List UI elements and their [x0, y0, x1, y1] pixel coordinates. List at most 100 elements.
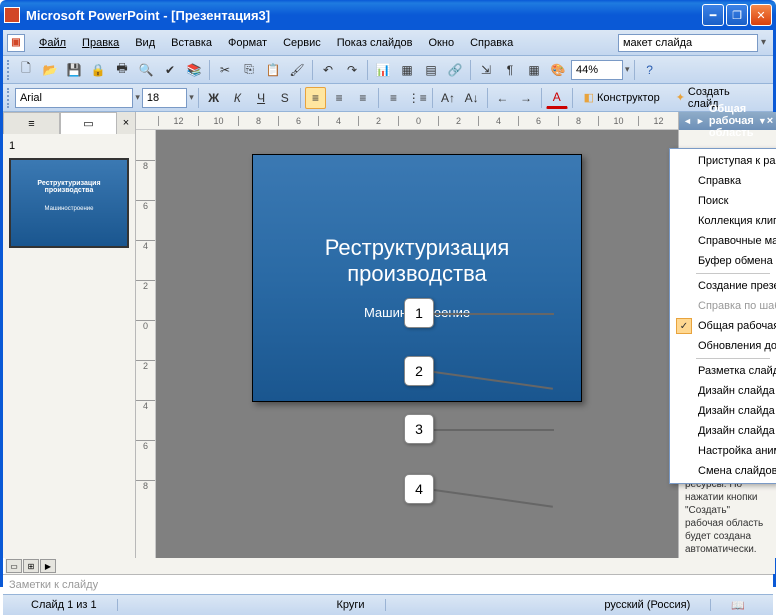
spelling-icon[interactable]: ✔: [159, 59, 181, 81]
menu-custom-animation[interactable]: Настройка анимации: [672, 441, 774, 461]
permission-icon[interactable]: 🔒: [87, 59, 109, 81]
back-icon[interactable]: ◄: [683, 116, 692, 126]
increase-font-icon[interactable]: A↑: [437, 87, 459, 109]
format-painter-icon[interactable]: 🖌: [286, 59, 308, 81]
redo-icon[interactable]: ↷: [341, 59, 363, 81]
slide-thumbnail[interactable]: Реструктуризация производства Машиностро…: [9, 158, 129, 248]
increase-indent-icon[interactable]: →: [515, 87, 537, 109]
shadow-icon[interactable]: S: [274, 87, 296, 109]
status-theme: Круги: [316, 599, 385, 611]
document-control-icon[interactable]: ▣: [7, 34, 25, 52]
font-color-icon[interactable]: A: [546, 87, 568, 109]
hyperlink-icon[interactable]: 🔗: [444, 59, 466, 81]
help-search-box[interactable]: [618, 34, 758, 52]
italic-icon[interactable]: К: [227, 87, 249, 109]
menu-edit[interactable]: Правка: [74, 35, 127, 51]
decrease-font-icon[interactable]: A↓: [461, 87, 483, 109]
research-icon[interactable]: 📚: [183, 59, 205, 81]
menu-clipart[interactable]: Коллекция клипов: [672, 211, 774, 231]
status-spellcheck-icon[interactable]: 📖: [711, 599, 765, 612]
menu-slide-design-color[interactable]: Дизайн слайда - Цветовые схемы: [672, 401, 774, 421]
menu-window[interactable]: Окно: [421, 35, 463, 51]
show-formatting-icon[interactable]: ¶: [499, 59, 521, 81]
cut-icon[interactable]: ✂: [214, 59, 236, 81]
align-left-icon[interactable]: ≡: [305, 87, 327, 109]
normal-view-icon[interactable]: ▭: [6, 559, 22, 573]
bullets-icon[interactable]: ⋮≡: [406, 87, 428, 109]
open-icon[interactable]: 📂: [39, 59, 61, 81]
minimize-button[interactable]: ━: [702, 4, 724, 26]
status-slide: Слайд 1 из 1: [11, 599, 118, 611]
font-box[interactable]: Arial: [15, 88, 133, 108]
menu-slide-design-anim[interactable]: Дизайн слайда - Эффекты анимации: [672, 421, 774, 441]
preview-icon[interactable]: 🔍: [135, 59, 157, 81]
tables-borders-icon[interactable]: ▤: [420, 59, 442, 81]
align-center-icon[interactable]: ≡: [328, 87, 350, 109]
thumb-title: Реструктуризация производства: [19, 180, 119, 194]
align-right-icon[interactable]: ≡: [352, 87, 374, 109]
menu-slideshow[interactable]: Показ слайдов: [329, 35, 421, 51]
menu-slide-transition[interactable]: Смена слайдов: [672, 461, 774, 481]
decrease-indent-icon[interactable]: ←: [491, 87, 513, 109]
table-icon[interactable]: ▦: [396, 59, 418, 81]
forward-icon[interactable]: ►: [696, 116, 705, 126]
slide-editor: 12108642024681012 864202468 Реструктуриз…: [136, 112, 678, 558]
bold-icon[interactable]: Ж: [203, 87, 225, 109]
callout-1: 1: [404, 298, 434, 328]
menu-file[interactable]: Файл: [31, 35, 74, 51]
font-size-box[interactable]: 18: [142, 88, 187, 108]
print-icon[interactable]: 🖶: [111, 59, 133, 81]
numbering-icon[interactable]: ≡: [383, 87, 405, 109]
menu-shared-workspace[interactable]: ✓Общая рабочая область: [672, 316, 774, 336]
grid-icon[interactable]: ▦: [523, 59, 545, 81]
callout-3: 3: [404, 414, 434, 444]
color-icon[interactable]: 🎨: [547, 59, 569, 81]
toolbar-grip[interactable]: [7, 88, 11, 108]
slide-title[interactable]: Реструктуризация производства: [253, 235, 581, 287]
window-title: Microsoft PowerPoint - [Презентация3]: [26, 8, 702, 23]
menu-insert[interactable]: Вставка: [163, 35, 220, 51]
slideshow-view-icon[interactable]: ▶: [40, 559, 56, 573]
menu-slide-design[interactable]: Дизайн слайда: [672, 381, 774, 401]
taskpane-close-icon[interactable]: ×: [767, 115, 773, 127]
menu-search[interactable]: Поиск: [672, 191, 774, 211]
design-button[interactable]: ◧Конструктор: [577, 87, 667, 109]
toolbar-grip[interactable]: [7, 60, 11, 80]
chart-icon[interactable]: 📊: [372, 59, 394, 81]
menu-slide-layout[interactable]: Разметка слайда: [672, 361, 774, 381]
paste-icon[interactable]: 📋: [262, 59, 284, 81]
view-buttons: ▭ ⊞ ▶: [5, 558, 775, 574]
sorter-view-icon[interactable]: ⊞: [23, 559, 39, 573]
expand-icon[interactable]: ⇲: [475, 59, 497, 81]
menu-reference[interactable]: Справочные материалы: [672, 231, 774, 251]
menu-help[interactable]: Справка: [462, 35, 521, 51]
outline-tab[interactable]: ≡: [3, 112, 60, 134]
help-icon[interactable]: ?: [639, 59, 661, 81]
underline-icon[interactable]: Ч: [250, 87, 272, 109]
menu-format[interactable]: Формат: [220, 35, 275, 51]
menu-view[interactable]: Вид: [127, 35, 163, 51]
menu-help[interactable]: Справка: [672, 171, 774, 191]
new-icon[interactable]: 🗋: [15, 59, 37, 81]
slide-number: 1: [9, 140, 15, 152]
menu-new-presentation[interactable]: Создание презентации: [672, 276, 774, 296]
notes-pane[interactable]: Заметки к слайду: [3, 574, 773, 594]
thumb-subtitle: Машиностроение: [19, 206, 119, 212]
maximize-button[interactable]: ❐: [726, 4, 748, 26]
close-panel-icon[interactable]: ×: [117, 112, 135, 134]
task-pane: ◄ ► Общая рабочая область ▼ × Приступая …: [678, 112, 776, 558]
slide-canvas[interactable]: Реструктуризация производства Машиностро…: [156, 130, 678, 558]
menu-clipboard[interactable]: Буфер обмена: [672, 251, 774, 271]
menu-getting-started[interactable]: Приступая к работе: [672, 151, 774, 171]
save-icon[interactable]: 💾: [63, 59, 85, 81]
zoom-box[interactable]: 44%: [571, 60, 623, 80]
menu-service[interactable]: Сервис: [275, 35, 329, 51]
taskpane-menu: Приступая к работе Справка Поиск Коллекц…: [669, 148, 776, 484]
copy-icon[interactable]: ⎘: [238, 59, 260, 81]
close-button[interactable]: ✕: [750, 4, 772, 26]
slides-tab[interactable]: ▭: [60, 112, 117, 134]
menu-doc-updates[interactable]: Обновления документов: [672, 336, 774, 356]
taskpane-header[interactable]: ◄ ► Общая рабочая область ▼ ×: [679, 112, 776, 130]
undo-icon[interactable]: ↶: [317, 59, 339, 81]
menu-template-help: Справка по шаблону: [672, 296, 774, 316]
